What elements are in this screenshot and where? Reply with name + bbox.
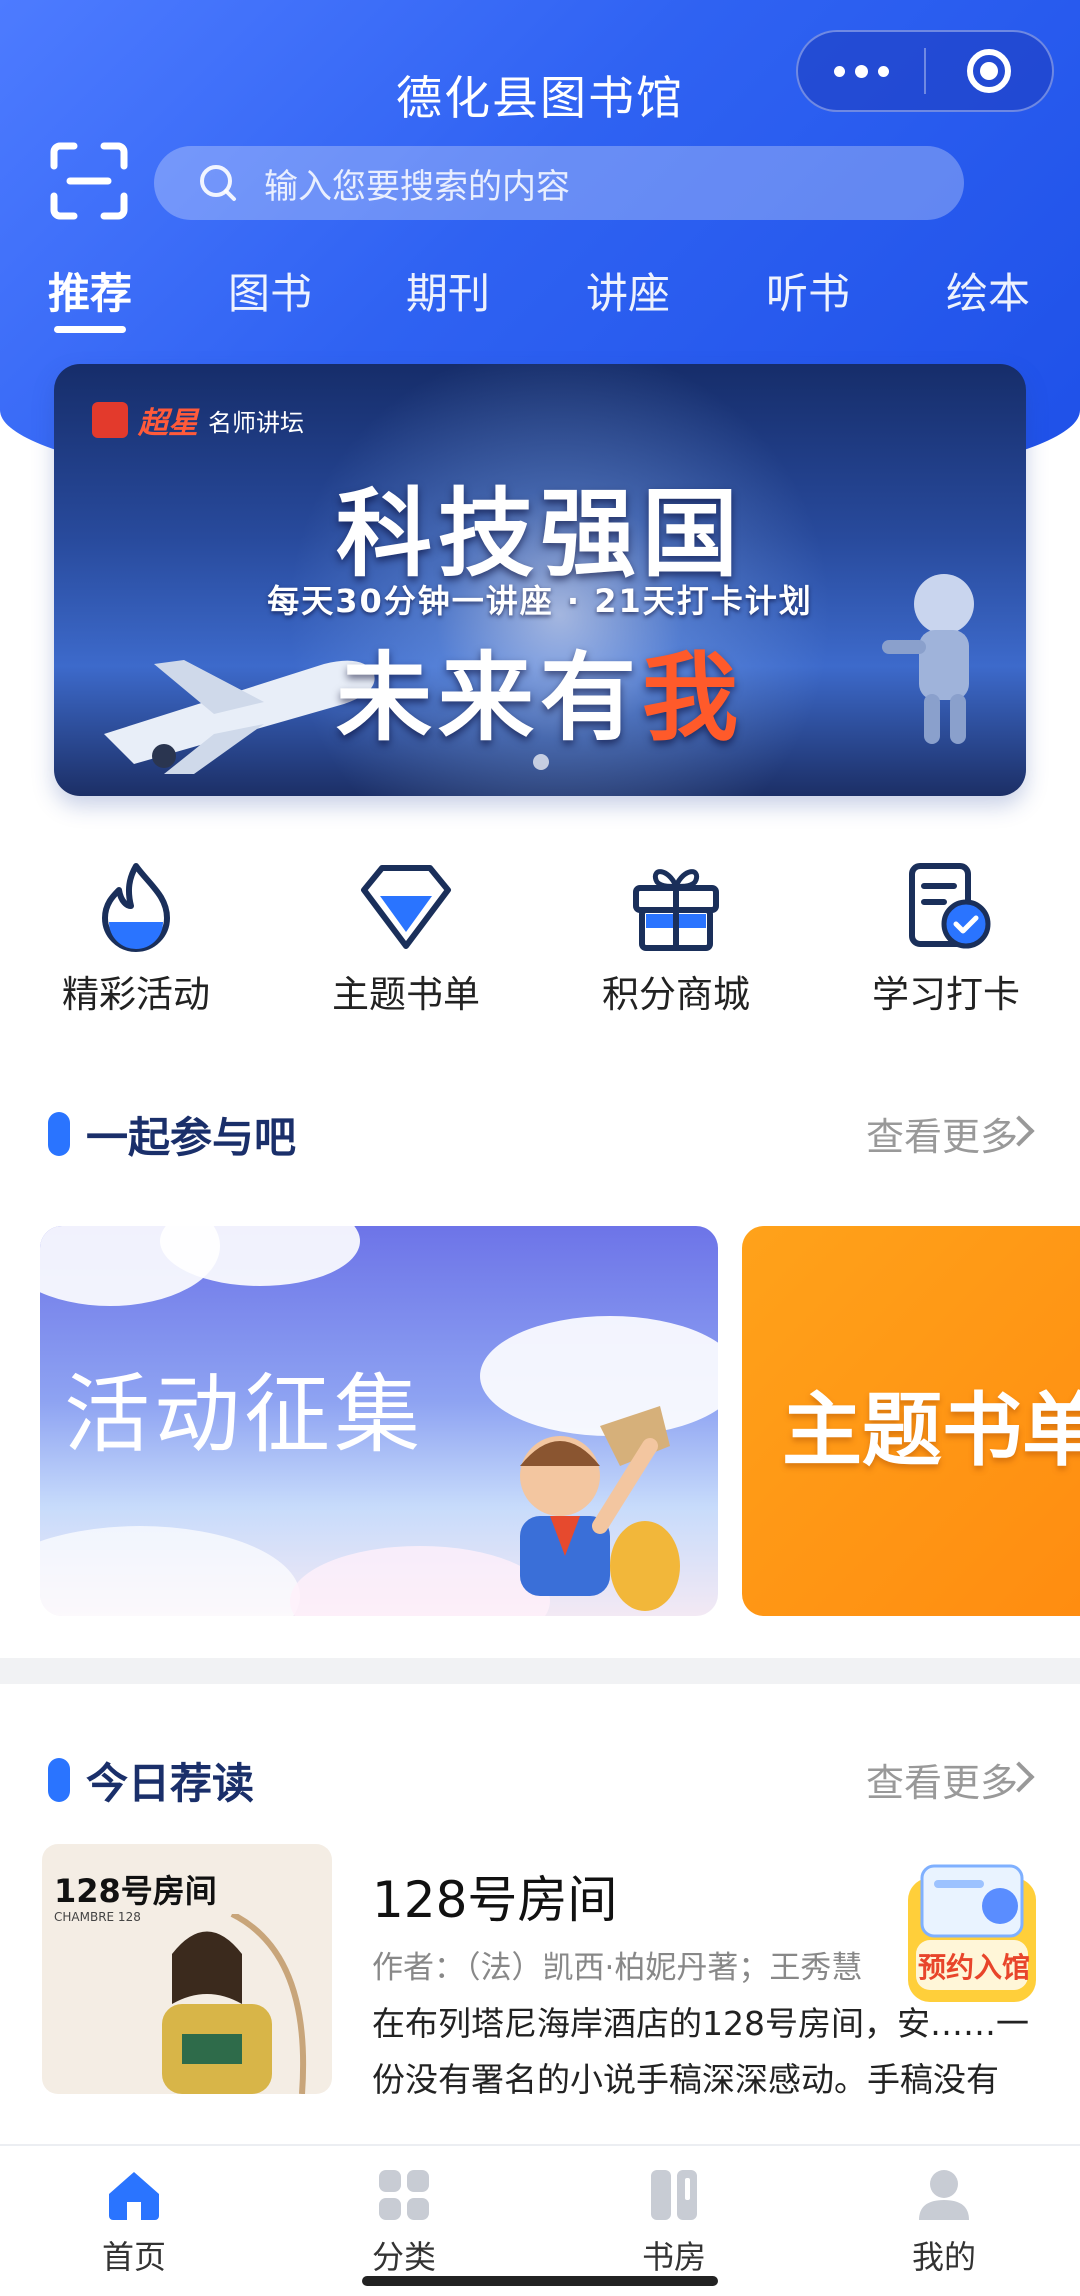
promo-banner[interactable]: 超星 名师讲坛 科技强国 每天30分钟一讲座 · 21天打卡计划 未来有我 xyxy=(54,364,1026,796)
diamond-icon xyxy=(361,865,451,949)
tab-lectures[interactable]: 讲座 xyxy=(586,260,670,321)
bottom-navigation: 首页 分类 书房 我的 xyxy=(0,2144,1080,2296)
child-pilot-illustration xyxy=(520,1406,680,1611)
banner-brand: 超星 名师讲坛 xyxy=(92,398,304,442)
section-divider xyxy=(0,1658,1080,1684)
section-accent-bar xyxy=(48,1758,70,1802)
home-icon xyxy=(109,2172,159,2220)
quick-activities[interactable]: 精彩活动 xyxy=(26,860,246,1018)
section-reading-header: 今日荐读 查看更多 xyxy=(0,1744,1080,1814)
activity-card-collection[interactable]: 活动征集 xyxy=(40,1226,718,1616)
search-icon xyxy=(200,165,236,201)
reserve-entry-button[interactable]: 预约入馆 xyxy=(892,1858,1052,2018)
book-cover: 128号房间 CHAMBRE 128 xyxy=(42,1844,332,2094)
quick-themed-booklists[interactable]: 主题书单 xyxy=(296,860,516,1018)
section-join-header: 一起参与吧 查看更多 xyxy=(0,1098,1080,1168)
quick-study-checkin[interactable]: 学习打卡 xyxy=(836,860,1056,1018)
tab-journals[interactable]: 期刊 xyxy=(406,260,490,321)
activity-card-booklist[interactable]: 主题书单 xyxy=(742,1226,1080,1616)
gift-icon xyxy=(633,869,719,951)
section-accent-bar xyxy=(48,1112,70,1156)
grid-icon xyxy=(379,2170,429,2220)
section-title: 一起参与吧 xyxy=(86,1113,297,1162)
quick-points-mall[interactable]: 积分商城 xyxy=(566,860,786,1018)
view-more-link[interactable]: 查看更多 xyxy=(866,1106,1018,1161)
home-indicator xyxy=(362,2276,718,2286)
search-placeholder: 输入您要搜索的内容 xyxy=(264,166,570,207)
book-title: 128号房间 xyxy=(372,1871,618,1929)
quick-actions: 精彩活动 主题书单 积分商城 学习打卡 xyxy=(0,860,1080,1030)
bookshelf-icon xyxy=(651,2170,697,2220)
banner-slogan: 未来有我 xyxy=(336,642,744,754)
tab-books[interactable]: 图书 xyxy=(228,260,312,321)
nav-study-room[interactable]: 书房 xyxy=(594,2168,754,2278)
category-tabs: 推荐 图书 期刊 讲座 听书 绘本 xyxy=(0,260,1080,340)
nav-categories[interactable]: 分类 xyxy=(324,2168,484,2278)
carousel-indicator xyxy=(533,754,549,770)
banner-subheadline: 每天30分钟一讲座 · 21天打卡计划 xyxy=(267,582,813,620)
target-icon xyxy=(967,49,1011,93)
flame-icon xyxy=(102,863,170,952)
nav-home[interactable]: 首页 xyxy=(54,2168,214,2278)
activity-cards: 活动征集 主题书单 xyxy=(0,1226,1080,1616)
banner-headline: 科技强国 xyxy=(336,478,744,590)
tab-audiobooks[interactable]: 听书 xyxy=(766,260,850,321)
mini-program-capsule xyxy=(796,30,1054,112)
chaoxing-logo xyxy=(92,402,128,438)
tab-picture-books[interactable]: 绘本 xyxy=(946,260,1030,321)
checkin-icon xyxy=(909,863,991,949)
reservation-ticket-icon xyxy=(908,1864,1036,2002)
user-icon xyxy=(919,2170,969,2220)
more-menu-button[interactable] xyxy=(798,32,924,110)
close-mini-program-button[interactable] xyxy=(926,32,1052,110)
tab-recommend[interactable]: 推荐 xyxy=(48,260,132,321)
search-input[interactable]: 输入您要搜索的内容 xyxy=(154,146,964,220)
view-more-link[interactable]: 查看更多 xyxy=(866,1752,1018,1807)
nav-profile[interactable]: 我的 xyxy=(864,2168,1024,2278)
active-tab-indicator xyxy=(54,326,126,333)
section-title: 今日荐读 xyxy=(86,1759,255,1808)
cover-illustration xyxy=(162,1914,307,2094)
scan-icon[interactable] xyxy=(50,142,128,220)
